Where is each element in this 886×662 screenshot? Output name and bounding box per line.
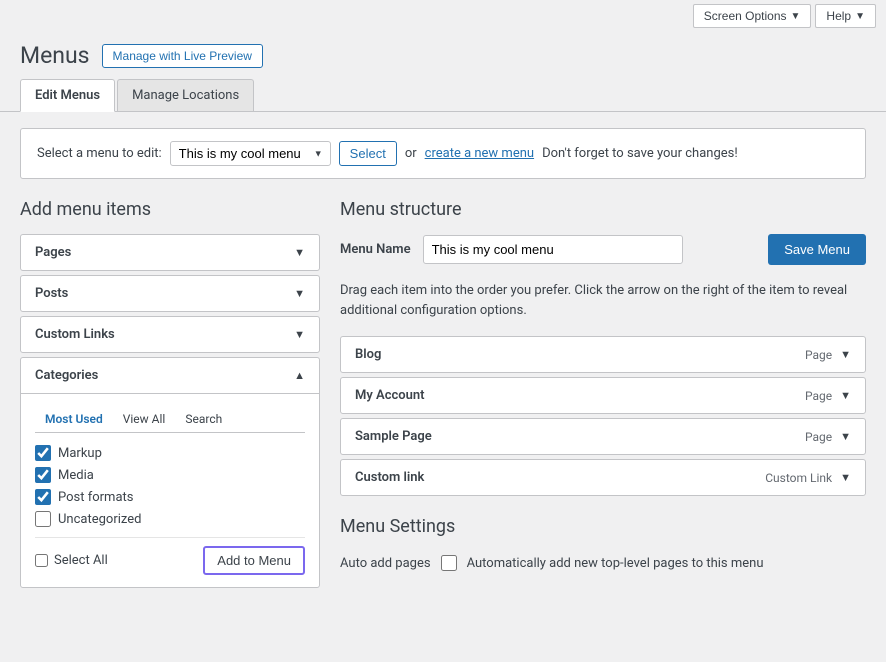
screen-options-button[interactable]: Screen Options ▼ [693, 4, 812, 28]
label-markup: Markup [58, 446, 102, 461]
auto-add-pages-desc: Automatically add new top-level pages to… [467, 556, 764, 571]
drag-instructions: Drag each item into the order you prefer… [340, 281, 866, 320]
cat-tab-view-all[interactable]: View All [113, 406, 176, 432]
list-item: Post formats [35, 489, 305, 505]
menu-item-type: Page [805, 430, 832, 444]
menu-item[interactable]: Blog Page ▼ [340, 336, 866, 373]
tab-manage-locations[interactable]: Manage Locations [117, 79, 254, 111]
accordion-pages-arrow-icon: ▼ [294, 246, 305, 259]
select-menu-label: Select a menu to edit: [37, 146, 162, 161]
menu-item-type: Custom Link [765, 471, 832, 485]
accordion-categories-label: Categories [35, 368, 98, 383]
accordion-custom-links-header[interactable]: Custom Links ▼ [21, 317, 319, 352]
auto-add-pages-row: Auto add pages Automatically add new top… [340, 549, 866, 577]
live-preview-button[interactable]: Manage with Live Preview [102, 44, 263, 68]
accordion-categories-body: Most Used View All Search Markup [21, 393, 319, 587]
menu-item-right: Page ▼ [805, 389, 851, 403]
menu-name-input[interactable] [423, 235, 683, 264]
menu-settings-title: Menu Settings [340, 516, 866, 537]
menu-structure-title: Menu structure [340, 199, 866, 220]
menu-item-right: Custom Link ▼ [765, 471, 851, 485]
label-media: Media [58, 468, 94, 483]
reminder-text: Don't forget to save your changes! [542, 146, 738, 161]
menu-item-right: Page ▼ [805, 430, 851, 444]
category-check-list: Markup Media Post formats [35, 445, 305, 527]
select-button[interactable]: Select [339, 141, 397, 166]
checkbox-post-formats[interactable] [35, 489, 51, 505]
auto-add-pages-label: Auto add pages [340, 556, 431, 571]
add-menu-items-title: Add menu items [20, 199, 320, 220]
select-all-wrap: Select All [35, 553, 108, 568]
left-column: Add menu items Pages ▼ Posts ▼ [20, 199, 320, 592]
menu-name-label: Menu Name [340, 242, 411, 257]
accordion-pages-label: Pages [35, 245, 71, 260]
content-area: Select a menu to edit: This is my cool m… [0, 112, 886, 608]
help-button[interactable]: Help ▼ [815, 4, 876, 28]
accordion-posts-label: Posts [35, 286, 68, 301]
menu-item[interactable]: Sample Page Page ▼ [340, 418, 866, 455]
menu-select[interactable]: This is my cool menu [170, 141, 331, 166]
menu-item[interactable]: My Account Page ▼ [340, 377, 866, 414]
select-all-checkbox[interactable] [35, 554, 48, 567]
accordion-custom-links: Custom Links ▼ [20, 316, 320, 353]
accordion-posts-arrow-icon: ▼ [294, 287, 305, 300]
tabs-bar: Edit Menus Manage Locations [0, 79, 886, 112]
select-menu-bar: Select a menu to edit: This is my cool m… [20, 128, 866, 179]
screen-options-label: Screen Options [704, 9, 787, 23]
or-text: or [405, 146, 417, 161]
checkbox-markup[interactable] [35, 445, 51, 461]
menu-item-type: Page [805, 348, 832, 362]
list-item: Uncategorized [35, 511, 305, 527]
two-col-layout: Add menu items Pages ▼ Posts ▼ [20, 199, 866, 592]
menu-item-type: Page [805, 389, 832, 403]
menu-items-list: Blog Page ▼ My Account Page ▼ [340, 336, 866, 496]
accordion-pages-header[interactable]: Pages ▼ [21, 235, 319, 270]
menu-item-label: Custom link [355, 470, 424, 485]
page-header: Menus Manage with Live Preview [0, 32, 886, 79]
accordion-posts: Posts ▼ [20, 275, 320, 312]
menu-item-chevron-icon[interactable]: ▼ [840, 348, 851, 361]
save-menu-button[interactable]: Save Menu [768, 234, 866, 265]
accordion-categories: Categories ▲ Most Used View All Search [20, 357, 320, 588]
help-label: Help [826, 9, 851, 23]
right-column: Menu structure Menu Name Save Menu Drag … [340, 199, 866, 577]
menu-select-wrapper: This is my cool menu [170, 141, 331, 166]
accordion-footer: Select All Add to Menu [35, 537, 305, 575]
checkbox-uncategorized[interactable] [35, 511, 51, 527]
menu-item-label: My Account [355, 388, 425, 403]
menu-settings: Menu Settings Auto add pages Automatical… [340, 516, 866, 577]
accordion-posts-header[interactable]: Posts ▼ [21, 276, 319, 311]
accordion-categories-arrow-icon: ▲ [294, 369, 305, 382]
cat-tab-search[interactable]: Search [175, 406, 232, 432]
menu-item-label: Sample Page [355, 429, 432, 444]
accordion-custom-links-label: Custom Links [35, 327, 115, 342]
cat-tab-most-used[interactable]: Most Used [35, 406, 113, 432]
add-to-menu-button[interactable]: Add to Menu [203, 546, 305, 575]
auto-add-pages-checkbox[interactable] [441, 555, 457, 571]
top-bar: Screen Options ▼ Help ▼ [0, 0, 886, 32]
page-wrapper: Screen Options ▼ Help ▼ Menus Manage wit… [0, 0, 886, 662]
page-title: Menus [20, 42, 90, 69]
menu-item-label: Blog [355, 347, 381, 362]
select-all-label: Select All [54, 553, 108, 568]
checkbox-media[interactable] [35, 467, 51, 483]
create-new-menu-link[interactable]: create a new menu [425, 146, 534, 161]
accordion-pages: Pages ▼ [20, 234, 320, 271]
menu-name-bar: Menu Name Save Menu [340, 234, 866, 265]
menu-item-chevron-icon[interactable]: ▼ [840, 389, 851, 402]
accordion-custom-links-arrow-icon: ▼ [294, 328, 305, 341]
list-item: Media [35, 467, 305, 483]
label-post-formats: Post formats [58, 490, 134, 505]
menu-item-chevron-icon[interactable]: ▼ [840, 471, 851, 484]
label-uncategorized: Uncategorized [58, 512, 141, 527]
menu-item-right: Page ▼ [805, 348, 851, 362]
help-arrow-icon: ▼ [855, 11, 865, 22]
category-tabs: Most Used View All Search [35, 406, 305, 433]
menu-item-chevron-icon[interactable]: ▼ [840, 430, 851, 443]
screen-options-arrow-icon: ▼ [791, 11, 801, 22]
list-item: Markup [35, 445, 305, 461]
accordion-categories-header[interactable]: Categories ▲ [21, 358, 319, 393]
menu-item[interactable]: Custom link Custom Link ▼ [340, 459, 866, 496]
tab-edit-menus[interactable]: Edit Menus [20, 79, 115, 112]
